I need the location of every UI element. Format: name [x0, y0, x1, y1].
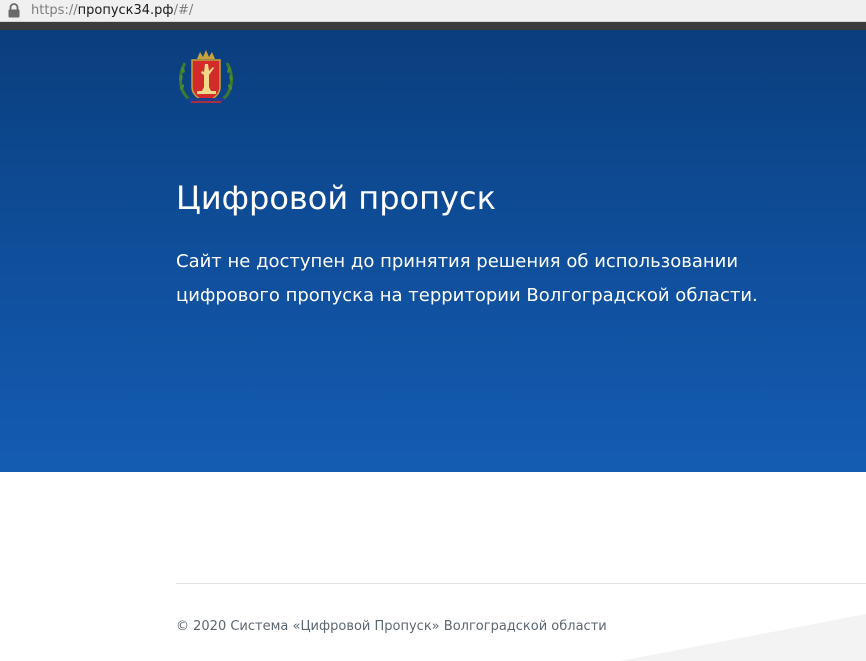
page-title: Цифровой пропуск: [176, 179, 496, 217]
browser-frame-strip: [0, 22, 866, 30]
footer-decoration: [620, 614, 866, 661]
url-scheme: https://: [31, 3, 78, 18]
footer-divider: [176, 583, 866, 584]
url-text[interactable]: https://пропуск34.рф/#/: [31, 3, 193, 19]
lock-icon: [8, 3, 20, 18]
address-bar[interactable]: https://пропуск34.рф/#/: [0, 0, 866, 22]
footer-copyright: © 2020 Система «Цифровой Пропуск» Волгог…: [176, 619, 607, 634]
url-path: /#/: [173, 3, 194, 18]
url-host: пропуск34.рф: [77, 3, 174, 18]
coat-of-arms-icon: [179, 50, 233, 103]
hero-description: Сайт не доступен до принятия решения об …: [176, 251, 758, 306]
